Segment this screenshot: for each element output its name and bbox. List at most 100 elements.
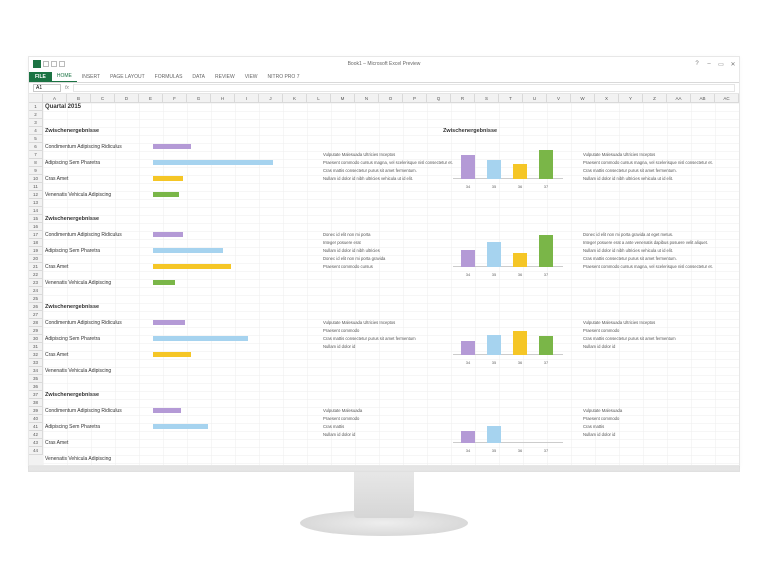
row-header-10[interactable]: 10 xyxy=(29,175,43,183)
row-header-5[interactable]: 5 xyxy=(29,135,43,143)
row-header-21[interactable]: 21 xyxy=(29,263,43,271)
row-header-15[interactable]: 15 xyxy=(29,215,43,223)
col-header-A[interactable]: A xyxy=(43,94,67,103)
row-header-6[interactable]: 6 xyxy=(29,143,43,151)
row-header-12[interactable]: 12 xyxy=(29,191,43,199)
col-header-Z[interactable]: Z xyxy=(643,94,667,103)
col-header-I[interactable]: I xyxy=(235,94,259,103)
row-header-22[interactable]: 22 xyxy=(29,271,43,279)
row-header-13[interactable]: 13 xyxy=(29,199,43,207)
row-header-8[interactable]: 8 xyxy=(29,159,43,167)
hbar xyxy=(153,232,183,237)
row-header-43[interactable]: 43 xyxy=(29,439,43,447)
col-header-R[interactable]: R xyxy=(451,94,475,103)
col-header-P[interactable]: P xyxy=(403,94,427,103)
close-button[interactable]: ✕ xyxy=(729,60,737,68)
col-header-G[interactable]: G xyxy=(187,94,211,103)
col-header-AA[interactable]: AA xyxy=(667,94,691,103)
maximize-button[interactable]: ▭ xyxy=(717,60,725,68)
text-mid: Vulputate Malesuada Ultricies Inceptos xyxy=(323,151,395,159)
col-header-AB[interactable]: AB xyxy=(691,94,715,103)
col-header-F[interactable]: F xyxy=(163,94,187,103)
file-tab[interactable]: FILE xyxy=(29,72,52,82)
row-header-9[interactable]: 9 xyxy=(29,167,43,175)
col-header-U[interactable]: U xyxy=(523,94,547,103)
text-mid: Nullam id dolor id nibh ultricies vehicu… xyxy=(323,175,413,183)
tab-review[interactable]: REVIEW xyxy=(210,72,240,82)
row-header-3[interactable]: 3 xyxy=(29,119,43,127)
row-header-34[interactable]: 34 xyxy=(29,367,43,375)
tab-view[interactable]: VIEW xyxy=(240,72,263,82)
row-header-23[interactable]: 23 xyxy=(29,279,43,287)
select-all-corner[interactable] xyxy=(29,94,43,103)
col-header-D[interactable]: D xyxy=(115,94,139,103)
tab-nitro[interactable]: NITRO PRO 7 xyxy=(263,72,305,82)
row-header-1[interactable]: 1 xyxy=(29,103,43,111)
row-header-4[interactable]: 4 xyxy=(29,127,43,135)
text-right: Cras mattis consectetur purus sit amet f… xyxy=(583,255,677,263)
row-header-2[interactable]: 2 xyxy=(29,111,43,119)
col-header-V[interactable]: V xyxy=(547,94,571,103)
col-header-AC[interactable]: AC xyxy=(715,94,739,103)
row-header-33[interactable]: 33 xyxy=(29,359,43,367)
help-button[interactable]: ? xyxy=(693,60,701,68)
row-label: Adipiscing Sem Pharetra xyxy=(45,159,100,167)
col-header-T[interactable]: T xyxy=(499,94,523,103)
minimize-button[interactable]: ‒ xyxy=(705,60,713,68)
col-header-E[interactable]: E xyxy=(139,94,163,103)
col-header-Q[interactable]: Q xyxy=(427,94,451,103)
row-header-29[interactable]: 29 xyxy=(29,327,43,335)
row-header-37[interactable]: 37 xyxy=(29,391,43,399)
col-header-H[interactable]: H xyxy=(211,94,235,103)
row-header-19[interactable]: 19 xyxy=(29,247,43,255)
col-header-J[interactable]: J xyxy=(259,94,283,103)
tab-data[interactable]: DATA xyxy=(187,72,210,82)
row-header-35[interactable]: 35 xyxy=(29,375,43,383)
row-header-39[interactable]: 39 xyxy=(29,407,43,415)
row-header-27[interactable]: 27 xyxy=(29,311,43,319)
row-header-30[interactable]: 30 xyxy=(29,335,43,343)
formula-input[interactable] xyxy=(73,84,735,92)
row-header-26[interactable]: 26 xyxy=(29,303,43,311)
fx-icon[interactable]: fx xyxy=(65,85,69,91)
row-header-11[interactable]: 11 xyxy=(29,183,43,191)
tab-insert[interactable]: INSERT xyxy=(77,72,105,82)
row-header-14[interactable]: 14 xyxy=(29,207,43,215)
row-header-28[interactable]: 28 xyxy=(29,319,43,327)
grid[interactable]: 1234567891011121314151617181920212223242… xyxy=(29,103,739,465)
row-header-24[interactable]: 24 xyxy=(29,287,43,295)
col-header-Y[interactable]: Y xyxy=(619,94,643,103)
row-header-16[interactable]: 16 xyxy=(29,223,43,231)
col-header-O[interactable]: O xyxy=(379,94,403,103)
col-header-S[interactable]: S xyxy=(475,94,499,103)
row-header-31[interactable]: 31 xyxy=(29,343,43,351)
row-header-41[interactable]: 41 xyxy=(29,423,43,431)
tab-home[interactable]: HOME xyxy=(52,71,77,82)
col-header-W[interactable]: W xyxy=(571,94,595,103)
row-header-20[interactable]: 20 xyxy=(29,255,43,263)
name-box[interactable]: A1 xyxy=(33,84,61,92)
row-header-25[interactable]: 25 xyxy=(29,295,43,303)
col-header-X[interactable]: X xyxy=(595,94,619,103)
tab-page-layout[interactable]: PAGE LAYOUT xyxy=(105,72,150,82)
col-header-L[interactable]: L xyxy=(307,94,331,103)
row-header-36[interactable]: 36 xyxy=(29,383,43,391)
row-header-17[interactable]: 17 xyxy=(29,231,43,239)
col-header-B[interactable]: B xyxy=(67,94,91,103)
row-header-40[interactable]: 40 xyxy=(29,415,43,423)
col-header-N[interactable]: N xyxy=(355,94,379,103)
row-header-38[interactable]: 38 xyxy=(29,399,43,407)
row-header-7[interactable]: 7 xyxy=(29,151,43,159)
text-mid: Vulputate Malesuada xyxy=(323,407,362,415)
row-header-32[interactable]: 32 xyxy=(29,351,43,359)
row-header-42[interactable]: 42 xyxy=(29,431,43,439)
col-header-C[interactable]: C xyxy=(91,94,115,103)
tab-formulas[interactable]: FORMULAS xyxy=(150,72,188,82)
row-header-18[interactable]: 18 xyxy=(29,239,43,247)
col-header-M[interactable]: M xyxy=(331,94,355,103)
hbar xyxy=(153,320,185,325)
hbar xyxy=(153,336,248,341)
col-header-K[interactable]: K xyxy=(283,94,307,103)
row-header-44[interactable]: 44 xyxy=(29,447,43,455)
row-headers: 1234567891011121314151617181920212223242… xyxy=(29,103,43,465)
